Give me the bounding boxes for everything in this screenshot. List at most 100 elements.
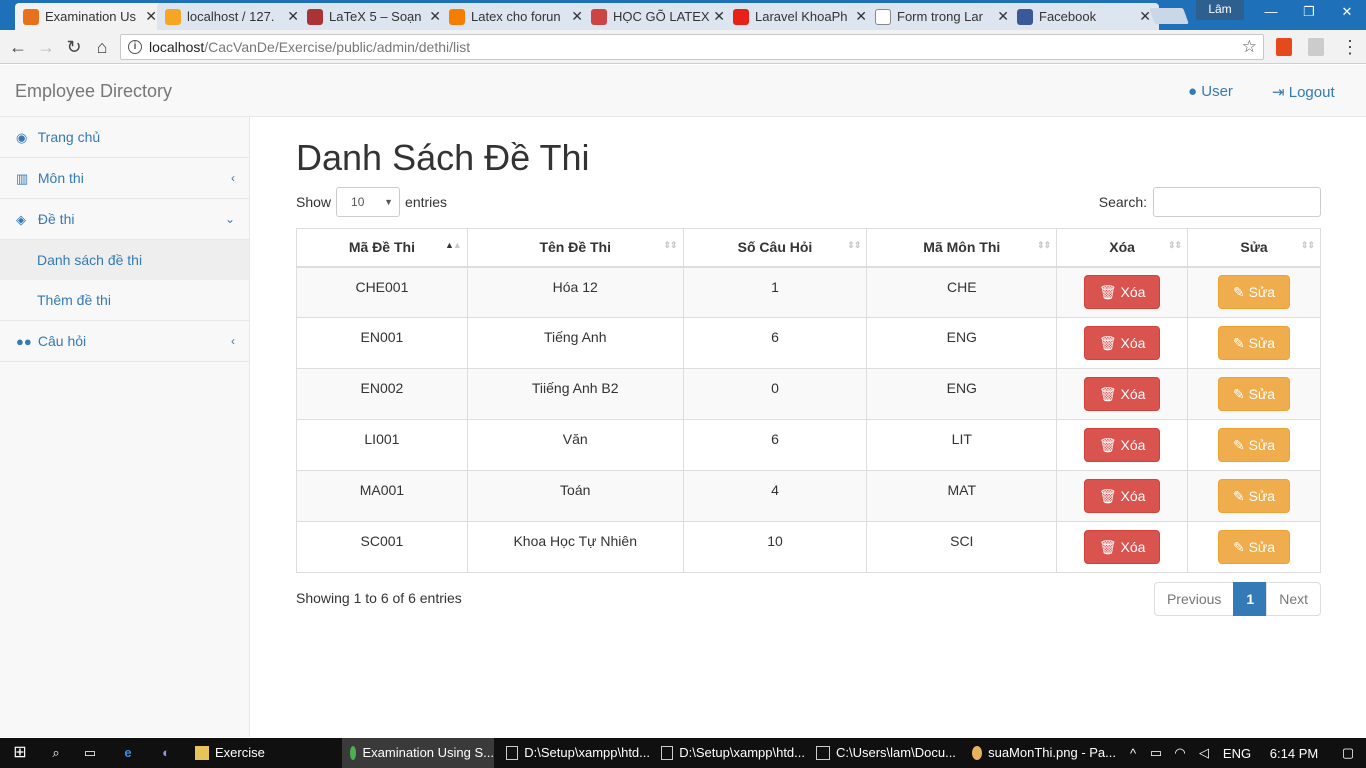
back-icon[interactable]: ← [8, 37, 28, 57]
info-icon[interactable]: i [128, 40, 142, 54]
close-icon[interactable]: ✕ [855, 8, 867, 25]
browser-tab[interactable]: localhost / 127. ✕ [157, 3, 307, 30]
search-icon[interactable]: ⌕ [46, 738, 66, 768]
cell-code: SC001 [296, 521, 468, 573]
taskbar-item[interactable]: D:\Setup\xampp\htd... [655, 738, 805, 768]
taskbar-item[interactable]: C:\Users\lam\Docu... [810, 738, 960, 768]
home-icon[interactable]: ⌂ [92, 37, 112, 57]
windows-start-icon[interactable]: ⊞ [10, 738, 30, 768]
sidebar-item-label: Trang chủ [37, 129, 101, 145]
close-icon[interactable]: ✕ [145, 8, 157, 25]
sidebar-subitem-exam-list[interactable]: Danh sách đề thi [0, 240, 249, 280]
column-header-count[interactable]: Số Câu Hỏi ⇕⇕ [682, 228, 868, 268]
delete-button[interactable]: 🗑 Xóa [1083, 530, 1161, 564]
edge-icon[interactable]: e [118, 738, 138, 768]
sidebar-item-questions[interactable]: ●● Câu hỏi ‹ [0, 321, 249, 362]
delete-button[interactable]: 🗑 Xóa [1083, 326, 1161, 360]
cube-icon: ◈ [16, 212, 26, 227]
browser-tab[interactable]: HỌC GÕ LATEX ✕ [583, 3, 733, 30]
user-link[interactable]: ● User [1188, 83, 1233, 100]
sort-icon: ⇕⇕ [1037, 240, 1051, 250]
edit-button[interactable]: ✎ Sửa [1217, 275, 1291, 310]
browser-tab[interactable]: Latex cho forun ✕ [441, 3, 591, 30]
browser-tab[interactable]: Laravel KhoaPh ✕ [725, 3, 875, 30]
table-row: LI001 Văn 6 LIT 🗑 Xóa ✎ Sửa [296, 419, 1321, 471]
table-info: Showing 1 to 6 of 6 entries [296, 590, 462, 606]
edit-button[interactable]: ✎ Sửa [1217, 377, 1291, 411]
taskbar-item[interactable]: Examination Using S... [342, 738, 494, 768]
forward-icon[interactable]: → [36, 37, 56, 57]
delete-button[interactable]: 🗑 Xóa [1083, 479, 1161, 513]
delete-button[interactable]: 🗑 Xóa [1083, 275, 1161, 310]
previous-button[interactable]: Previous [1153, 582, 1235, 616]
language-indicator[interactable]: ENG [1216, 746, 1258, 761]
edit-button[interactable]: ✎ Sửa [1217, 326, 1291, 360]
cell-name: Hóa 12 [466, 266, 684, 318]
logout-link[interactable]: ⇥ Logout [1272, 83, 1335, 101]
next-button[interactable]: Next [1266, 582, 1321, 616]
cell-delete: 🗑 Xóa [1056, 419, 1189, 471]
brand-title[interactable]: Employee Directory [15, 81, 172, 102]
cell-edit: ✎ Sửa [1187, 317, 1321, 369]
menu-icon[interactable]: ⋮ [1340, 37, 1360, 57]
latex-favicon-icon [307, 8, 323, 25]
clock[interactable]: 6:14 PM [1258, 746, 1330, 761]
column-header-edit[interactable]: Sửa ⇕⇕ [1187, 228, 1321, 268]
reload-icon[interactable]: ↻ [64, 37, 84, 57]
wifi-icon[interactable]: ◠ [1168, 745, 1192, 761]
sidebar-subitem-add-exam[interactable]: Thêm đề thi [0, 280, 249, 320]
column-header-subject[interactable]: Mã Môn Thi ⇕⇕ [866, 228, 1058, 268]
taskbar-item[interactable]: D:\Setup\xampp\htd... [500, 738, 650, 768]
close-icon[interactable]: ✕ [571, 8, 583, 25]
bookmark-star-icon[interactable]: ☆ [1242, 35, 1257, 59]
close-icon[interactable]: ✕ [997, 8, 1009, 25]
column-header-label: Xóa [1109, 239, 1135, 256]
restore-icon[interactable]: ❐ [1290, 0, 1328, 24]
task-view-icon[interactable]: ▭ [80, 738, 100, 768]
notifications-icon[interactable]: ▢ [1330, 745, 1366, 761]
browser-tab[interactable]: Form trong Lar ✕ [867, 3, 1017, 30]
sort-icon: ⇕⇕ [663, 240, 678, 250]
pencil-icon: ✎ [1232, 335, 1245, 351]
new-tab-button[interactable] [1149, 8, 1189, 24]
column-header-code[interactable]: Mã Đề Thi ▲▲ [296, 228, 468, 268]
delete-button[interactable]: 🗑 Xóa [1083, 428, 1161, 462]
sidebar-item-home[interactable]: ◉ Trang chủ [0, 117, 249, 158]
entries-select[interactable]: 10 ▼ [336, 187, 401, 217]
battery-icon[interactable]: ▭ [1144, 745, 1168, 761]
table-row: CHE001 Hóa 12 1 CHE 🗑 Xóa ✎ Sửa [296, 266, 1321, 318]
sidebar-item-subjects[interactable]: ▥ Môn thi ‹ [0, 158, 249, 199]
search-input[interactable] [1153, 187, 1321, 217]
column-header-name[interactable]: Tên Đề Thi ⇕⇕ [466, 228, 684, 268]
edit-button[interactable]: ✎ Sửa [1217, 428, 1291, 462]
profile-chip[interactable]: Lâm [1196, 0, 1244, 20]
minimize-icon[interactable]: — [1252, 0, 1290, 24]
chrome-icon [350, 746, 357, 760]
close-window-icon[interactable]: ✕ [1328, 0, 1366, 24]
taskbar-item[interactable]: suaMonThi.png - Pa... [966, 738, 1116, 768]
edit-button[interactable]: ✎ Sửa [1217, 479, 1291, 513]
office-extension-icon[interactable] [1276, 38, 1292, 56]
volume-icon[interactable]: ◁ [1192, 745, 1216, 761]
edit-button[interactable]: ✎ Sửa [1217, 530, 1291, 564]
close-icon[interactable]: ✕ [429, 8, 441, 25]
extension-icon[interactable] [1308, 38, 1324, 56]
browser-tab[interactable]: LaTeX 5 – Soạn ✕ [299, 3, 449, 30]
browser-tab[interactable]: Facebook ✕ [1009, 3, 1159, 30]
entries-length-control: Show 10 ▼ entries [296, 187, 447, 217]
sidebar-item-label: Môn thi [37, 170, 84, 186]
sublime-icon[interactable]: ◐ [156, 738, 176, 768]
table-row: EN001 Tiếng Anh 6 ENG 🗑 Xóa ✎ Sửa [296, 317, 1321, 369]
delete-button[interactable]: 🗑 Xóa [1083, 377, 1161, 411]
address-bar[interactable]: i localhost/CacVanDe/Exercise/public/adm… [120, 34, 1264, 60]
page-button[interactable]: 1 [1233, 582, 1268, 616]
close-icon[interactable]: ✕ [287, 8, 299, 25]
sort-asc-icon: ▲▲ [445, 240, 462, 250]
chevron-up-icon[interactable]: ^ [1122, 746, 1144, 761]
column-header-delete[interactable]: Xóa ⇕⇕ [1056, 228, 1189, 268]
browser-tab[interactable]: Examination Us ✕ [15, 3, 165, 30]
taskbar-item[interactable]: Exercise [190, 738, 330, 768]
close-icon[interactable]: ✕ [713, 8, 725, 25]
cell-count: 4 [682, 470, 868, 522]
sidebar-item-exams[interactable]: ◈ Đề thi ⌄ [0, 199, 249, 240]
